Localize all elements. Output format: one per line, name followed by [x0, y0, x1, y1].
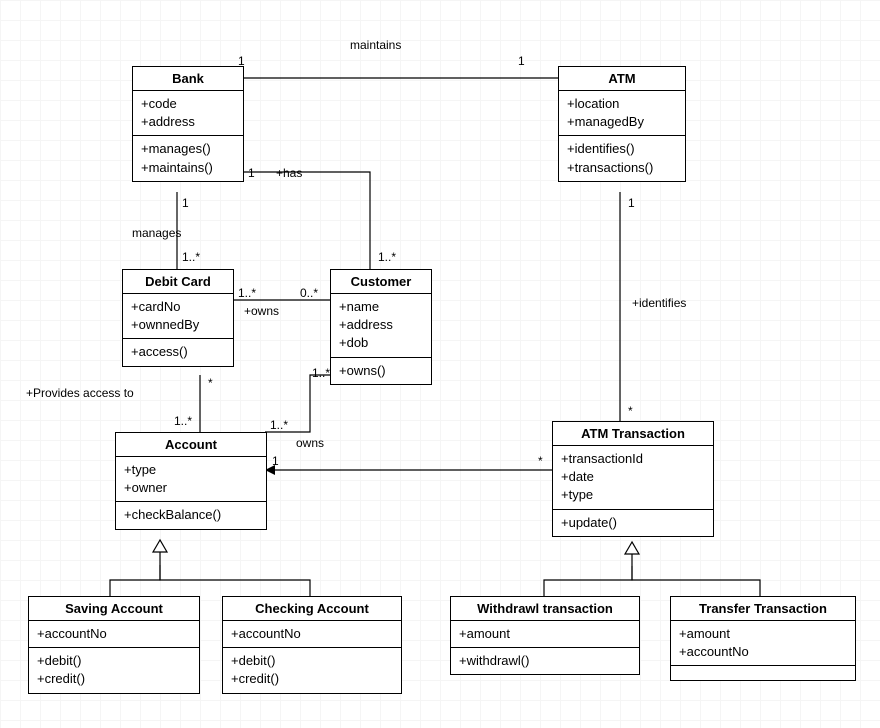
- mult: 1..*: [312, 366, 330, 380]
- mult: 1..*: [182, 250, 200, 264]
- rel-has: +has: [276, 166, 302, 180]
- class-atmtransaction: ATM Transaction +transactionId +date +ty…: [552, 421, 714, 537]
- rel-maintains: maintains: [350, 38, 401, 52]
- class-customer: Customer +name +address +dob +owns(): [330, 269, 432, 385]
- class-saving: Saving Account +accountNo +debit() +cred…: [28, 596, 200, 694]
- class-account: Account +type +owner +checkBalance(): [115, 432, 267, 530]
- attr-section: +code +address: [133, 91, 243, 136]
- mult: 1: [182, 196, 189, 210]
- mult: 1..*: [174, 414, 192, 428]
- mult: 0..*: [300, 286, 318, 300]
- mult: 1: [272, 454, 279, 468]
- mult: 1: [518, 54, 525, 68]
- mult: 1..*: [238, 286, 256, 300]
- class-transfer: Transfer Transaction +amount +accountNo: [670, 596, 856, 681]
- class-withdrawl: Withdrawl transaction +amount +withdrawl…: [450, 596, 640, 675]
- op-section: +manages() +maintains(): [133, 136, 243, 180]
- rel-identifies: +identifies: [632, 296, 686, 310]
- class-title: Bank: [133, 67, 243, 91]
- rel-owns-ca: owns: [296, 436, 324, 450]
- mult: *: [208, 376, 213, 390]
- mult: *: [628, 404, 633, 418]
- rel-provides: +Provides access to: [26, 386, 134, 400]
- mult: 1: [238, 54, 245, 68]
- mult: 1: [248, 166, 255, 180]
- mult: 1..*: [270, 418, 288, 432]
- class-bank: Bank +code +address +manages() +maintain…: [132, 66, 244, 182]
- mult: 1..*: [378, 250, 396, 264]
- mult: 1: [628, 196, 635, 210]
- rel-owns-dc: +owns: [244, 304, 279, 318]
- class-checking: Checking Account +accountNo +debit() +cr…: [222, 596, 402, 694]
- class-atm: ATM +location +managedBy +identifies() +…: [558, 66, 686, 182]
- rel-manages: manages: [132, 226, 181, 240]
- class-debitcard: Debit Card +cardNo +ownnedBy +access(): [122, 269, 234, 367]
- mult: *: [538, 454, 543, 468]
- uml-diagram: Bank +code +address +manages() +maintain…: [0, 0, 880, 728]
